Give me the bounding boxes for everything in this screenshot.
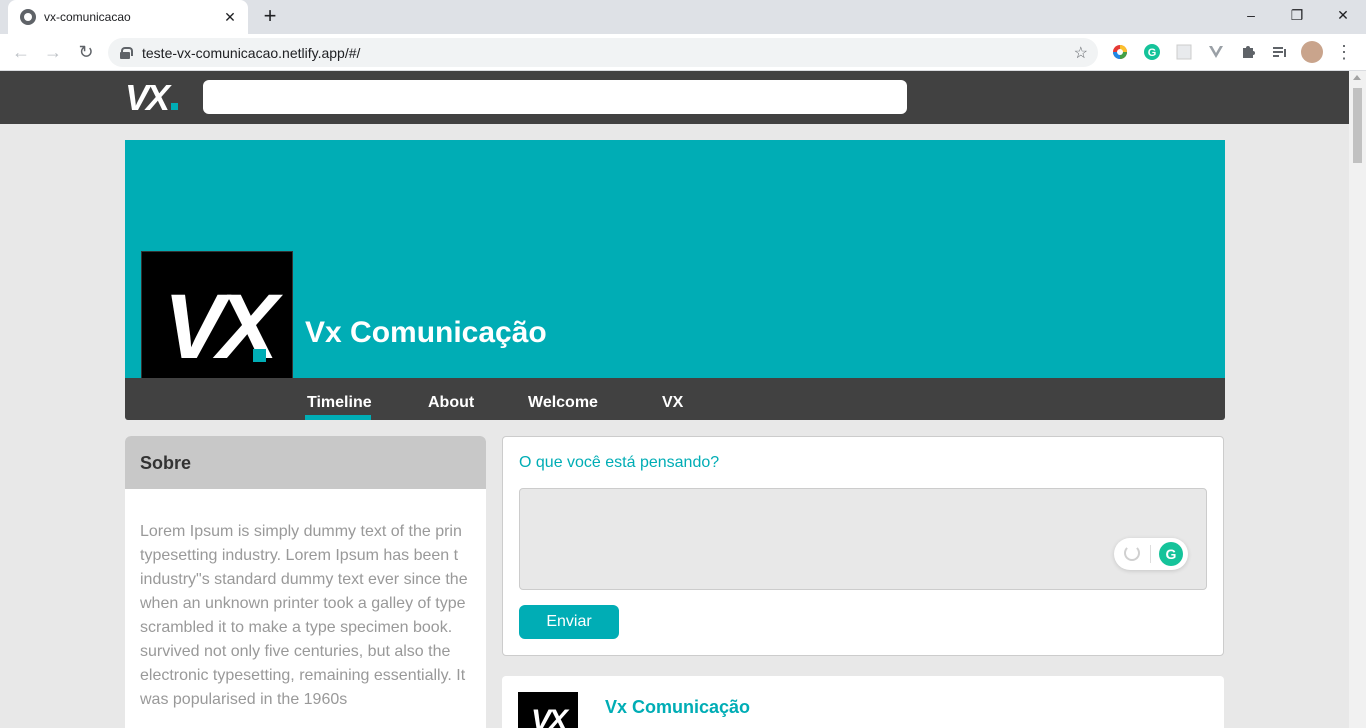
sobre-title: Sobre	[125, 436, 486, 489]
browser-menu-icon[interactable]: ⋮	[1334, 42, 1354, 62]
browser-toolbar: ← → ↻ teste-vx-comunicacao.netlify.app/#…	[0, 34, 1366, 71]
vue-devtools-icon[interactable]	[1206, 42, 1226, 62]
post-textarea[interactable]: G	[519, 488, 1207, 590]
post-composer: O que você está pensando? G Enviar	[502, 436, 1224, 656]
restore-button[interactable]: ❐	[1274, 0, 1320, 30]
logo-text: VX	[125, 77, 170, 118]
forward-button[interactable]: →	[40, 39, 66, 65]
browser-tab[interactable]: vx-comunicacao ✕	[8, 0, 248, 34]
url-text: teste-vx-comunicacao.netlify.app/#/	[142, 44, 361, 61]
tab-close-icon[interactable]: ✕	[222, 9, 238, 26]
tab-about[interactable]: About	[428, 394, 474, 412]
tab-welcome[interactable]: Welcome	[528, 394, 598, 412]
back-button[interactable]: ←	[8, 39, 34, 65]
site-logo[interactable]: VX	[125, 77, 179, 119]
media-queue-icon[interactable]	[1270, 42, 1290, 62]
profile-logo-dot	[253, 349, 266, 362]
tab-title: vx-comunicacao	[44, 10, 131, 24]
post-prompt: O que você está pensando?	[519, 454, 720, 471]
widget-divider	[1150, 545, 1151, 563]
profile-name: Vx Comunicação	[305, 316, 547, 349]
minimize-button[interactable]: –	[1228, 0, 1274, 30]
color-picker-extension-icon[interactable]	[1110, 42, 1130, 62]
feed-post-avatar[interactable]: VX	[518, 692, 578, 728]
tab-vx[interactable]: VX	[662, 394, 683, 412]
reload-button[interactable]: ↻	[73, 39, 99, 65]
active-tab-indicator	[305, 415, 371, 420]
globe-icon	[20, 9, 36, 25]
grammarly-extension-icon[interactable]: G	[1142, 42, 1162, 62]
send-button[interactable]: Enviar	[519, 605, 619, 639]
scrollbar-thumb[interactable]	[1353, 88, 1362, 163]
user-avatar-icon[interactable]	[1301, 41, 1323, 63]
puzzle-extensions-icon[interactable]	[1238, 42, 1258, 62]
extension-box-icon[interactable]	[1174, 42, 1194, 62]
address-bar[interactable]: teste-vx-comunicacao.netlify.app/#/ ☆	[108, 38, 1098, 67]
svg-text:G: G	[1148, 47, 1157, 59]
browser-tabbar: vx-comunicacao ✕ + – ❐ ✕	[0, 0, 1366, 34]
feed-post: VX Vx Comunicação	[502, 676, 1224, 728]
sobre-card: Sobre Lorem Ipsum is simply dummy text o…	[125, 436, 486, 728]
bookmark-star-icon[interactable]: ☆	[1074, 43, 1088, 63]
lock-icon	[120, 46, 133, 59]
new-tab-button[interactable]: +	[258, 5, 282, 29]
profile-logo-text: VX	[163, 275, 279, 378]
grammarly-icon[interactable]: G	[1159, 542, 1183, 566]
sobre-text: Lorem Ipsum is simply dummy text of the …	[140, 523, 468, 708]
power-icon[interactable]	[1124, 545, 1140, 561]
search-input[interactable]	[203, 80, 907, 114]
profile-nav: Timeline About Welcome VX	[125, 378, 1225, 420]
logo-dot	[171, 103, 179, 110]
site-header: VX	[0, 71, 1349, 124]
scroll-up-arrow-icon[interactable]	[1353, 75, 1361, 80]
tab-timeline[interactable]: Timeline	[307, 394, 372, 412]
feed-post-author[interactable]: Vx Comunicação	[605, 697, 750, 718]
page-scrollbar[interactable]	[1349, 71, 1366, 728]
grammarly-widget[interactable]: G	[1114, 538, 1188, 570]
window-close-button[interactable]: ✕	[1320, 0, 1366, 30]
